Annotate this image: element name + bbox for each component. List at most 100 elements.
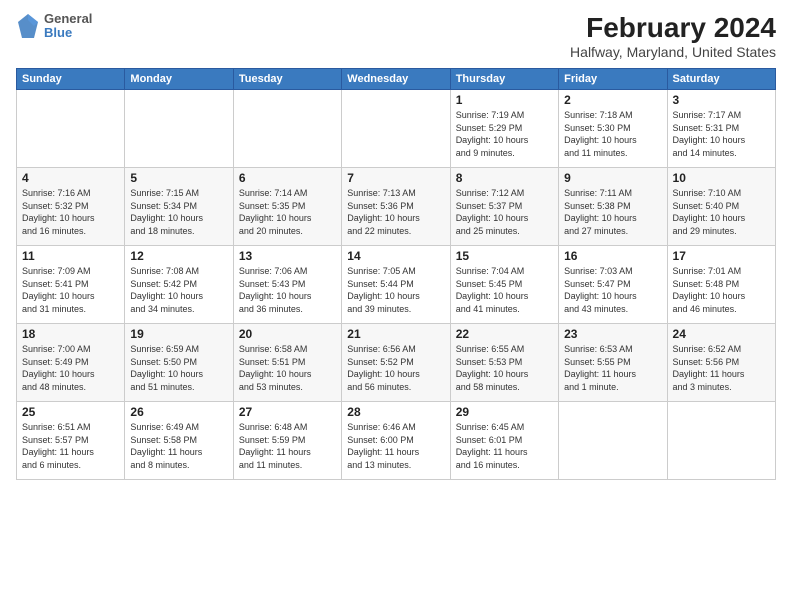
day-number: 28 — [347, 405, 444, 419]
calendar-cell: 17Sunrise: 7:01 AM Sunset: 5:48 PM Dayli… — [667, 246, 775, 324]
day-info: Sunrise: 7:13 AM Sunset: 5:36 PM Dayligh… — [347, 187, 444, 237]
calendar-cell: 24 Sunrise: 6:52 AM Sunset: 5:56 PM Dayli… — [667, 324, 775, 402]
day-info: Sunrise: 6:48 AM Sunset: 5:59 PM Dayligh… — [239, 421, 336, 471]
calendar-table: SundayMondayTuesdayWednesdayThursdayFrid… — [16, 68, 776, 480]
calendar-cell — [233, 90, 341, 168]
day-number: 14 — [347, 249, 444, 263]
day-header-thursday: Thursday — [450, 69, 558, 90]
day-info: Sunrise: 7:08 AM Sunset: 5:42 PM Dayligh… — [130, 265, 227, 315]
calendar-cell: 27 Sunrise: 6:48 AM Sunset: 5:59 PM Dayli… — [233, 402, 341, 480]
calendar-cell: 6 Sunrise: 7:14 AM Sunset: 5:35 PM Daylig… — [233, 168, 341, 246]
day-info: Sunrise: 7:17 AM Sunset: 5:31 PM Dayligh… — [673, 109, 770, 159]
calendar-cell: 14 Sunrise: 7:05 AM Sunset: 5:44 PM Dayli… — [342, 246, 450, 324]
day-info: Sunrise: 7:05 AM Sunset: 5:44 PM Dayligh… — [347, 265, 444, 315]
calendar-cell — [667, 402, 775, 480]
calendar-cell: 8 Sunrise: 7:12 AM Sunset: 5:37 PM Daylig… — [450, 168, 558, 246]
calendar-week-1: 1 Sunrise: 7:19 AM Sunset: 5:29 PM Daylig… — [17, 90, 776, 168]
day-number: 27 — [239, 405, 336, 419]
day-info: Sunrise: 7:19 AM Sunset: 5:29 PM Dayligh… — [456, 109, 553, 159]
calendar-cell: 15Sunrise: 7:04 AM Sunset: 5:45 PM Dayli… — [450, 246, 558, 324]
day-info: Sunrise: 7:09 AM Sunset: 5:41 PM Dayligh… — [22, 265, 119, 315]
day-info: Sunrise: 6:51 AM Sunset: 5:57 PM Dayligh… — [22, 421, 119, 471]
day-header-wednesday: Wednesday — [342, 69, 450, 90]
day-info: Sunrise: 7:03 AM Sunset: 5:47 PM Dayligh… — [564, 265, 661, 315]
day-number: 6 — [239, 171, 336, 185]
calendar-cell: 13 Sunrise: 7:06 AM Sunset: 5:43 PM Dayli… — [233, 246, 341, 324]
calendar-cell: 16 Sunrise: 7:03 AM Sunset: 5:47 PM Dayli… — [559, 246, 667, 324]
day-number: 3 — [673, 93, 770, 107]
calendar-header-row: SundayMondayTuesdayWednesdayThursdayFrid… — [17, 69, 776, 90]
calendar-body: 1 Sunrise: 7:19 AM Sunset: 5:29 PM Daylig… — [17, 90, 776, 480]
calendar-cell: 2Sunrise: 7:18 AM Sunset: 5:30 PM Daylig… — [559, 90, 667, 168]
day-number: 23 — [564, 327, 661, 341]
calendar-title: February 2024 — [570, 12, 776, 44]
calendar-cell: 7 Sunrise: 7:13 AM Sunset: 5:36 PM Daylig… — [342, 168, 450, 246]
day-info: Sunrise: 7:06 AM Sunset: 5:43 PM Dayligh… — [239, 265, 336, 315]
day-info: Sunrise: 6:45 AM Sunset: 6:01 PM Dayligh… — [456, 421, 553, 471]
calendar-week-2: 4 Sunrise: 7:16 AM Sunset: 5:32 PM Daylig… — [17, 168, 776, 246]
calendar-cell: 11 Sunrise: 7:09 AM Sunset: 5:41 PM Dayli… — [17, 246, 125, 324]
day-number: 1 — [456, 93, 553, 107]
day-number: 13 — [239, 249, 336, 263]
day-number: 10 — [673, 171, 770, 185]
day-number: 2 — [564, 93, 661, 107]
day-info: Sunrise: 7:10 AM Sunset: 5:40 PM Dayligh… — [673, 187, 770, 237]
header: General Blue February 2024 Halfway, Mary… — [16, 12, 776, 60]
day-number: 20 — [239, 327, 336, 341]
day-number: 15 — [456, 249, 553, 263]
day-info: Sunrise: 7:12 AM Sunset: 5:37 PM Dayligh… — [456, 187, 553, 237]
calendar-subtitle: Halfway, Maryland, United States — [570, 44, 776, 60]
calendar-cell: 18Sunrise: 7:00 AM Sunset: 5:49 PM Dayli… — [17, 324, 125, 402]
calendar-cell — [125, 90, 233, 168]
calendar-cell: 1 Sunrise: 7:19 AM Sunset: 5:29 PM Daylig… — [450, 90, 558, 168]
day-number: 7 — [347, 171, 444, 185]
day-number: 5 — [130, 171, 227, 185]
calendar-cell: 23 Sunrise: 6:53 AM Sunset: 5:55 PM Dayli… — [559, 324, 667, 402]
day-number: 18 — [22, 327, 119, 341]
calendar-cell: 25 Sunrise: 6:51 AM Sunset: 5:57 PM Dayli… — [17, 402, 125, 480]
logo-general: General — [44, 12, 92, 26]
day-number: 22 — [456, 327, 553, 341]
logo-icon — [16, 12, 40, 40]
day-number: 17 — [673, 249, 770, 263]
title-area: February 2024 Halfway, Maryland, United … — [570, 12, 776, 60]
day-info: Sunrise: 6:49 AM Sunset: 5:58 PM Dayligh… — [130, 421, 227, 471]
day-header-monday: Monday — [125, 69, 233, 90]
day-info: Sunrise: 7:14 AM Sunset: 5:35 PM Dayligh… — [239, 187, 336, 237]
calendar-cell — [17, 90, 125, 168]
day-number: 19 — [130, 327, 227, 341]
calendar-cell: 5 Sunrise: 7:15 AM Sunset: 5:34 PM Daylig… — [125, 168, 233, 246]
day-number: 24 — [673, 327, 770, 341]
calendar-cell: 3 Sunrise: 7:17 AM Sunset: 5:31 PM Daylig… — [667, 90, 775, 168]
day-number: 16 — [564, 249, 661, 263]
calendar-cell: 29 Sunrise: 6:45 AM Sunset: 6:01 PM Dayli… — [450, 402, 558, 480]
day-number: 4 — [22, 171, 119, 185]
day-number: 8 — [456, 171, 553, 185]
day-number: 29 — [456, 405, 553, 419]
calendar-cell: 28 Sunrise: 6:46 AM Sunset: 6:00 PM Dayli… — [342, 402, 450, 480]
day-number: 11 — [22, 249, 119, 263]
day-info: Sunrise: 6:53 AM Sunset: 5:55 PM Dayligh… — [564, 343, 661, 393]
calendar-cell: 12Sunrise: 7:08 AM Sunset: 5:42 PM Dayli… — [125, 246, 233, 324]
calendar-week-4: 18Sunrise: 7:00 AM Sunset: 5:49 PM Dayli… — [17, 324, 776, 402]
day-info: Sunrise: 7:16 AM Sunset: 5:32 PM Dayligh… — [22, 187, 119, 237]
day-header-sunday: Sunday — [17, 69, 125, 90]
day-info: Sunrise: 6:46 AM Sunset: 6:00 PM Dayligh… — [347, 421, 444, 471]
day-number: 25 — [22, 405, 119, 419]
page: General Blue February 2024 Halfway, Mary… — [0, 0, 792, 612]
day-info: Sunrise: 7:15 AM Sunset: 5:34 PM Dayligh… — [130, 187, 227, 237]
day-info: Sunrise: 7:11 AM Sunset: 5:38 PM Dayligh… — [564, 187, 661, 237]
calendar-cell: 10 Sunrise: 7:10 AM Sunset: 5:40 PM Dayli… — [667, 168, 775, 246]
calendar-cell — [342, 90, 450, 168]
day-info: Sunrise: 6:55 AM Sunset: 5:53 PM Dayligh… — [456, 343, 553, 393]
logo-blue: Blue — [44, 26, 92, 40]
logo-text: General Blue — [44, 12, 92, 41]
day-number: 9 — [564, 171, 661, 185]
day-info: Sunrise: 6:52 AM Sunset: 5:56 PM Dayligh… — [673, 343, 770, 393]
calendar-cell: 9 Sunrise: 7:11 AM Sunset: 5:38 PM Daylig… — [559, 168, 667, 246]
calendar-week-3: 11 Sunrise: 7:09 AM Sunset: 5:41 PM Dayli… — [17, 246, 776, 324]
logo: General Blue — [16, 12, 92, 41]
day-info: Sunrise: 6:56 AM Sunset: 5:52 PM Dayligh… — [347, 343, 444, 393]
calendar-cell — [559, 402, 667, 480]
calendar-cell: 22 Sunrise: 6:55 AM Sunset: 5:53 PM Dayli… — [450, 324, 558, 402]
